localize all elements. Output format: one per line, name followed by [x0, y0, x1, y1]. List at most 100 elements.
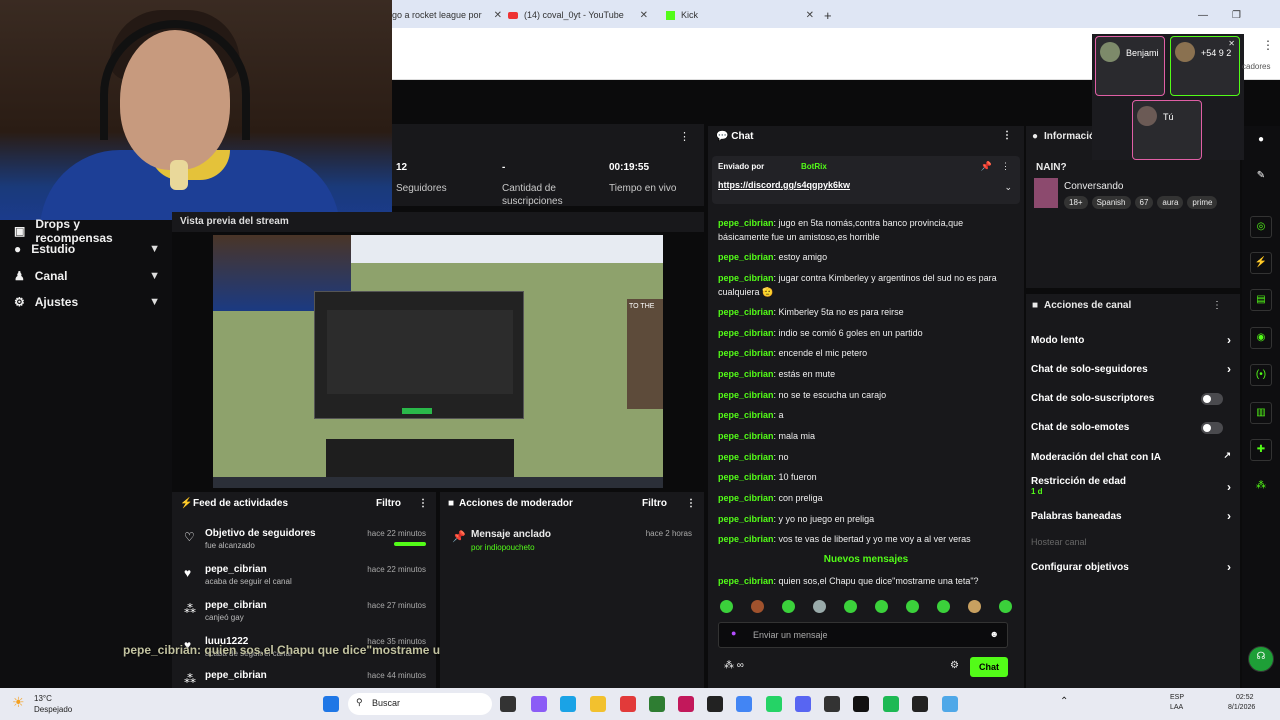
chat-user[interactable]: pepe_cibrian [718, 472, 774, 482]
chat-user[interactable]: pepe_cibrian [718, 218, 774, 228]
windows-start-icon[interactable] [323, 696, 339, 712]
stream-preview[interactable]: TO THE [213, 235, 663, 488]
close-tab-icon[interactable]: ✕ [806, 10, 814, 21]
pinned-link[interactable]: https://discord.gg/s4qgpyk6kw [718, 180, 850, 190]
edge-icon[interactable] [560, 696, 576, 712]
focus-icon[interactable]: ◎ [1250, 216, 1272, 238]
action-followers-only[interactable]: Chat de solo-seguidores › [1031, 362, 1235, 376]
action-slow-mode[interactable]: Modo lento › [1031, 333, 1235, 347]
points-icon[interactable]: ⁂ [1250, 476, 1272, 498]
close-tab-icon[interactable]: ✕ [494, 10, 502, 21]
whatsapp-icon[interactable] [766, 696, 782, 712]
microphone-icon[interactable]: ● [731, 628, 736, 638]
more-options-icon[interactable]: ⋮ [1001, 161, 1010, 172]
taskbar-search[interactable]: ⚲ Buscar [348, 693, 492, 715]
chat-user[interactable]: pepe_cibrian [718, 328, 774, 338]
chat-user[interactable]: pepe_cibrian [718, 307, 774, 317]
browser-tab-youtube[interactable]: (14) coval_0yt - YouTube ✕ [508, 4, 648, 26]
chat-bubble-icon[interactable]: ◉ [1250, 327, 1272, 349]
action-ai-moderation[interactable]: Moderación del chat con IA ↗ [1031, 450, 1235, 463]
close-tab-icon[interactable]: ✕ [640, 10, 648, 21]
new-tab-button[interactable]: + [824, 4, 832, 26]
clock-time[interactable]: 02:52 [1236, 694, 1254, 701]
browser-tab-kick[interactable]: Kick ✕ [666, 4, 814, 26]
new-messages-divider[interactable]: Nuevos mensajes [708, 554, 1024, 565]
app-icon[interactable] [912, 696, 928, 712]
emote-icon[interactable] [782, 600, 795, 613]
minimize-icon[interactable]: — [1198, 4, 1208, 26]
pinned-message[interactable]: Enviado por BotRix https://discord.gg/s4… [712, 156, 1020, 204]
more-options-icon[interactable]: ⋮ [1212, 300, 1222, 311]
emote-icon[interactable] [844, 600, 857, 613]
more-options-icon[interactable]: ⋮ [418, 498, 428, 509]
chevron-up-icon[interactable]: ⌃ [1060, 696, 1068, 707]
bolt-icon[interactable]: ⚡ [1250, 252, 1272, 274]
chat-user[interactable]: pepe_cibrian [718, 534, 774, 544]
chrome-icon[interactable] [736, 696, 752, 712]
sidebar-item-estudio[interactable]: ● Estudio ▼ [14, 242, 160, 256]
support-icon[interactable]: ☊ [1248, 646, 1274, 672]
category-name[interactable]: Conversando [1064, 181, 1123, 192]
chat-user[interactable]: pepe_cibrian [718, 369, 774, 379]
chat-user[interactable]: pepe_cibrian [718, 576, 774, 586]
task-view-icon[interactable] [500, 696, 516, 712]
chat-user[interactable]: pepe_cibrian [718, 273, 774, 283]
sidebar-item-drops[interactable]: ▣ Drops y recompensas [14, 217, 160, 245]
emote-icon[interactable] [875, 600, 888, 613]
spotify-icon[interactable] [883, 696, 899, 712]
call-participant-tile[interactable]: +54 9 2 ✕ [1170, 36, 1240, 96]
obs-icon[interactable] [824, 696, 840, 712]
tag[interactable]: 67 [1134, 196, 1154, 209]
emotes-only-toggle[interactable] [1201, 422, 1223, 434]
discord-icon[interactable] [795, 696, 811, 712]
clock-date[interactable]: 8/1/2026 [1228, 704, 1255, 711]
modact-filter-button[interactable]: Filtro [642, 498, 667, 509]
lang-primary[interactable]: ESP [1170, 694, 1184, 701]
browser-tab[interactable]: go a rocket league por ✕ [392, 4, 502, 26]
chat-user[interactable]: pepe_cibrian [718, 431, 774, 441]
action-goals[interactable]: Configurar objetivos › [1031, 560, 1235, 574]
document-icon[interactable]: ▤ [1250, 289, 1272, 311]
tag[interactable]: prime [1187, 196, 1218, 209]
points-icon[interactable]: ⁂ ∞ [724, 660, 744, 671]
chat-user[interactable]: pepe_cibrian [718, 252, 774, 262]
folder-icon[interactable] [590, 696, 606, 712]
info-icon[interactable]: ● [1250, 130, 1272, 152]
emote-icon[interactable] [937, 600, 950, 613]
emote-icon[interactable] [813, 600, 826, 613]
action-banned-words[interactable]: Palabras baneadas › [1031, 509, 1235, 523]
chat-input[interactable]: ● Enviar un mensaje ☻ [718, 622, 1008, 648]
more-options-icon[interactable]: ⋮ [1262, 38, 1274, 52]
app-icon[interactable] [620, 696, 636, 712]
app-icon[interactable] [853, 696, 869, 712]
chat-user[interactable]: pepe_cibrian [718, 348, 774, 358]
emote-icon[interactable] [720, 600, 733, 613]
app-icon[interactable] [649, 696, 665, 712]
chat-user[interactable]: pepe_cibrian [718, 390, 774, 400]
emote-icon[interactable] [906, 600, 919, 613]
tag[interactable]: aura [1157, 196, 1184, 209]
close-icon[interactable]: ✕ [1228, 39, 1235, 48]
chat-user[interactable]: pepe_cibrian [718, 493, 774, 503]
emote-icon[interactable] [968, 600, 981, 613]
send-chat-button[interactable]: Chat [970, 657, 1008, 677]
app-icon[interactable] [707, 696, 723, 712]
sidebar-item-canal[interactable]: ♟ Canal ▼ [14, 269, 160, 283]
emote-icon[interactable] [751, 600, 764, 613]
action-age-restriction[interactable]: Restricción de edad › 1 d [1031, 476, 1235, 496]
broadcast-icon[interactable]: (•) [1250, 364, 1272, 386]
instagram-icon[interactable] [678, 696, 694, 712]
chat-user[interactable]: pepe_cibrian [718, 514, 774, 524]
more-options-icon[interactable]: ⋮ [1002, 130, 1012, 141]
wrench-icon[interactable]: ✚ [1250, 439, 1272, 461]
sidebar-item-ajustes[interactable]: ⚙ Ajustes ▼ [14, 295, 160, 309]
emoji-icon[interactable]: ☻ [990, 629, 999, 639]
more-options-icon[interactable]: ⋮ [679, 130, 690, 143]
chat-user[interactable]: pepe_cibrian [718, 410, 774, 420]
edit-icon[interactable]: ✎ [1250, 166, 1272, 188]
call-participant-tile[interactable]: Benjami [1095, 36, 1165, 96]
tag[interactable]: 18+ [1064, 196, 1088, 209]
pin-icon[interactable]: 📌 [981, 161, 992, 172]
lang-secondary[interactable]: LAA [1170, 704, 1183, 711]
copilot-icon[interactable] [531, 696, 547, 712]
